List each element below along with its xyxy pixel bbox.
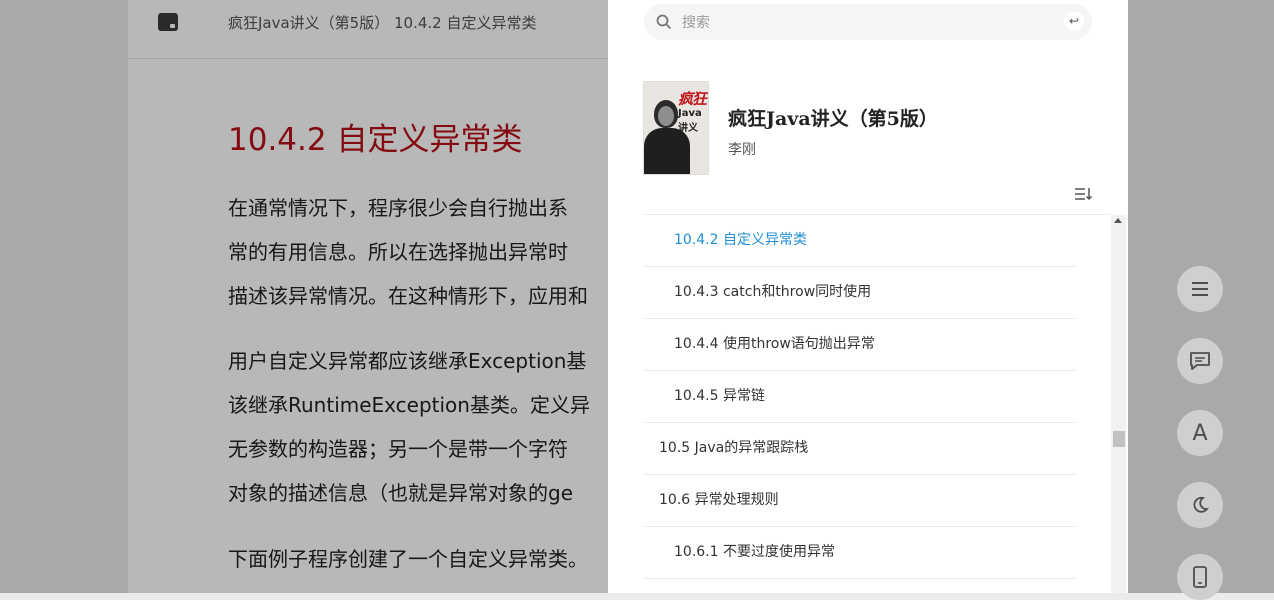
comment-icon (1190, 352, 1210, 370)
toc-menu-button[interactable] (1177, 266, 1223, 312)
search-input[interactable] (680, 4, 1044, 42)
font-settings-button[interactable]: A (1177, 410, 1223, 456)
enter-key-icon[interactable]: ↩ (1064, 11, 1084, 31)
book-title: 疯狂Java讲义（第5版） (728, 108, 938, 130)
search-bar[interactable]: ↩ (644, 4, 1092, 42)
toc-item[interactable]: 10.4.3 catch和throw同时使用 (644, 267, 1075, 319)
cover-author-face (658, 106, 674, 126)
cover-author-body (644, 128, 690, 174)
cover-title: 疯狂 (678, 90, 707, 108)
menu-icon (1192, 282, 1208, 296)
comment-button[interactable] (1177, 338, 1223, 384)
dark-mode-button[interactable] (1177, 482, 1223, 528)
toc-panel: ↩ 疯狂 Java讲义 疯狂Java讲义（第5版） 李刚 10.4.2 自定义异… (608, 0, 1128, 593)
scroll-up-arrow-icon[interactable] (1114, 218, 1122, 223)
phone-icon (1193, 566, 1207, 588)
toc-item[interactable]: 10.6 异常处理规则 (644, 475, 1075, 527)
mobile-reading-button[interactable] (1177, 554, 1223, 600)
toc-sort-icon[interactable] (1074, 186, 1092, 202)
book-author: 李刚 (728, 142, 756, 158)
toc-item[interactable]: 10.6.1 不要过度使用异常 (644, 527, 1075, 579)
scroll-thumb[interactable] (1113, 431, 1125, 447)
cover-subtitle: Java讲义 (678, 108, 702, 134)
toc-list: 10.4.2 自定义异常类 10.4.3 catch和throw同时使用 10.4.… (644, 215, 1075, 593)
search-icon (656, 14, 672, 30)
toc-item[interactable]: 10.5 Java的异常跟踪栈 (644, 423, 1075, 475)
moon-icon (1193, 496, 1209, 513)
toc-item[interactable]: 10.4.2 自定义异常类 (644, 215, 1075, 267)
toc-scrollbar[interactable] (1111, 215, 1126, 593)
book-cover: 疯狂 Java讲义 (644, 82, 708, 174)
toc-item[interactable]: 10.4.5 异常链 (644, 371, 1075, 423)
toc-item[interactable]: 10.4.4 使用throw语句抛出异常 (644, 319, 1075, 371)
font-icon: A (1192, 420, 1208, 446)
